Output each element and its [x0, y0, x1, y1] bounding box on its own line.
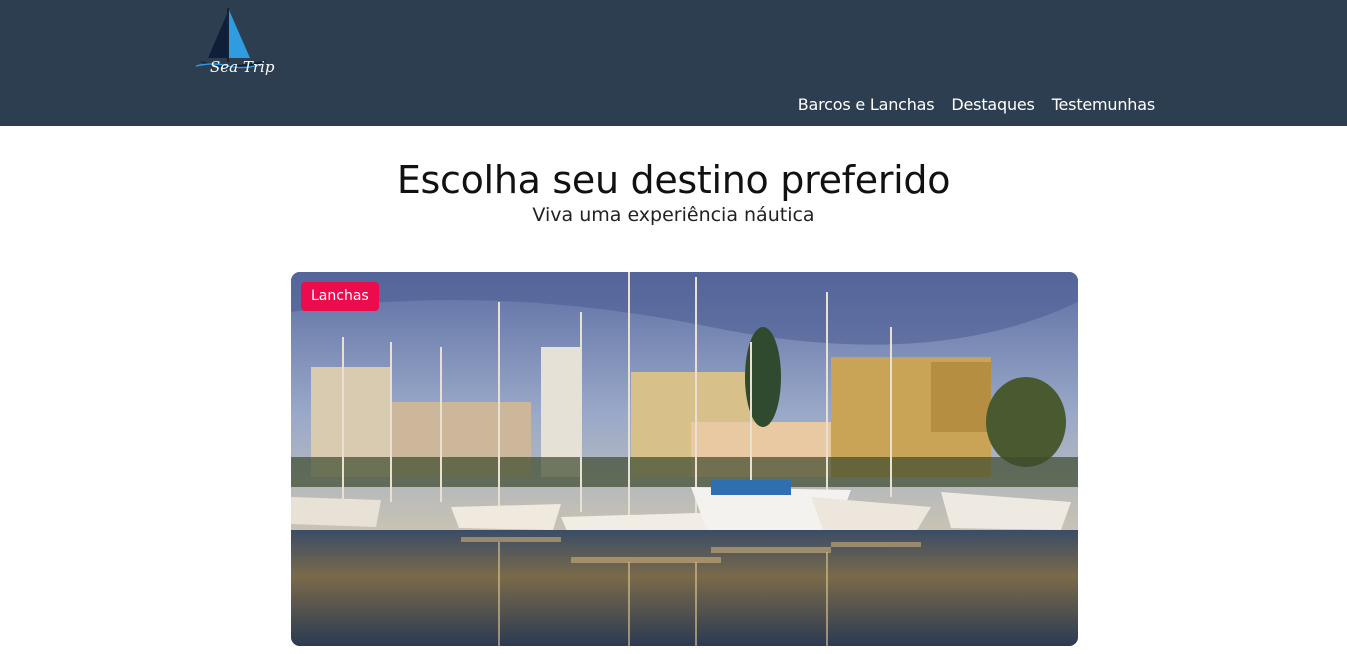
- marina-photo: [291, 272, 1078, 646]
- page-title: Escolha seu destino preferido: [396, 158, 951, 202]
- nav-link-destaques[interactable]: Destaques: [951, 94, 1034, 116]
- hero-section: Escolha seu destino preferido Viva uma e…: [0, 156, 1347, 228]
- nav-link-testemunhas[interactable]: Testemunhas: [1052, 94, 1156, 116]
- site-header: Sea Trip Barcos e Lanchas Destaques Test…: [0, 0, 1347, 126]
- nav-link-barcos-e-lanchas[interactable]: Barcos e Lanchas: [798, 94, 935, 116]
- logo-text: Sea Trip: [210, 58, 275, 76]
- destination-card[interactable]: Lanchas: [291, 272, 1078, 646]
- sea-trip-logo[interactable]: Sea Trip: [192, 4, 278, 86]
- category-badge[interactable]: Lanchas: [301, 282, 379, 311]
- main-nav: Barcos e Lanchas Destaques Testemunhas: [798, 94, 1155, 116]
- page-subtitle: Viva uma experiência náutica: [532, 204, 815, 226]
